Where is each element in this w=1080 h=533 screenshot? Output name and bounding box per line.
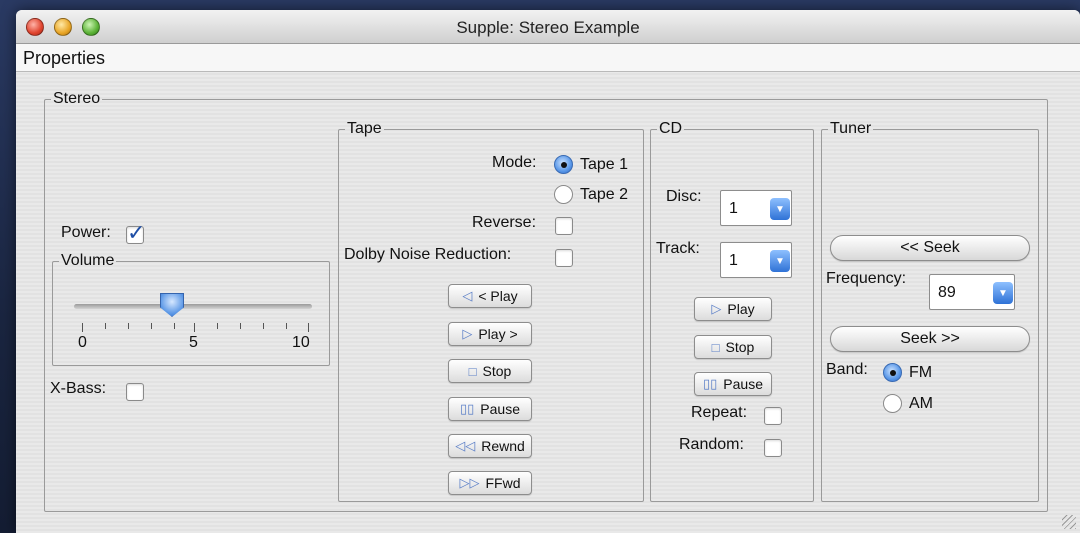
xbass-checkbox[interactable]: [126, 383, 144, 401]
band-label: Band:: [826, 361, 868, 378]
tape-rewind-label: Rewnd: [481, 438, 525, 454]
tape-mode-label: Mode:: [492, 154, 537, 171]
menu-properties[interactable]: Properties: [23, 48, 105, 69]
volume-tick: [286, 323, 287, 329]
dolby-label: Dolby Noise Reduction:: [344, 246, 512, 263]
power-label: Power:: [61, 224, 111, 241]
random-checkbox[interactable]: [764, 439, 782, 457]
chevron-down-icon[interactable]: ▼: [770, 198, 790, 220]
tape-ffwd-button[interactable]: ▷▷ FFwd: [448, 471, 532, 495]
tuner-group: Tuner: [821, 120, 1039, 502]
frequency-value: 89: [938, 284, 956, 301]
fm-radio[interactable]: [883, 363, 902, 382]
cd-stop-button[interactable]: □ Stop: [694, 335, 772, 359]
rewind-icon: ◁◁: [455, 438, 476, 453]
volume-slider-track[interactable]: [74, 304, 312, 309]
disc-combobox[interactable]: 1 ▼: [720, 190, 792, 226]
track-combobox[interactable]: 1 ▼: [720, 242, 792, 278]
xbass-label: X-Bass:: [50, 380, 107, 397]
repeat-checkbox[interactable]: [764, 407, 782, 425]
volume-tick: [194, 323, 195, 332]
stereo-legend: Stereo: [53, 90, 101, 107]
menu-bar: Properties: [16, 44, 1080, 72]
disc-value: 1: [729, 200, 738, 217]
track-label: Track:: [656, 240, 700, 257]
reverse-label: Reverse:: [472, 214, 537, 231]
cd-play-button[interactable]: ▷ Play: [694, 297, 772, 321]
pause-icon: ▯▯: [702, 376, 718, 391]
tape-stop-button[interactable]: □ Stop: [448, 359, 532, 383]
tuner-legend: Tuner: [830, 120, 872, 137]
reverse-checkbox[interactable]: [555, 217, 573, 235]
volume-tick: [240, 323, 241, 329]
tape-reverse-play-button[interactable]: ◁ < Play: [448, 284, 532, 308]
tape1-label: Tape 1: [580, 156, 629, 173]
play-right-icon: ▷: [711, 301, 722, 316]
volume-tick: [151, 323, 152, 329]
seek-forward-button[interactable]: Seek >>: [830, 326, 1030, 352]
track-value: 1: [729, 252, 738, 269]
pause-icon: ▯▯: [459, 401, 475, 416]
fast-forward-icon: ▷▷: [459, 475, 480, 490]
volume-max-label: 10: [292, 334, 310, 351]
volume-tick: [82, 323, 83, 332]
chevron-down-icon[interactable]: ▼: [770, 250, 790, 272]
volume-tick: [308, 323, 309, 332]
play-right-icon: ▷: [462, 326, 473, 341]
resize-grip-icon[interactable]: [1062, 515, 1076, 529]
seek-back-label: << Seek: [900, 239, 960, 256]
tape-stop-label: Stop: [482, 363, 512, 379]
volume-min-label: 0: [78, 334, 87, 351]
volume-tick: [128, 323, 129, 329]
disc-label: Disc:: [666, 188, 702, 205]
repeat-label: Repeat:: [691, 404, 748, 421]
tape-play-button[interactable]: ▷ Play >: [448, 322, 532, 346]
am-label: AM: [909, 395, 933, 412]
tape2-label: Tape 2: [580, 186, 629, 203]
seek-forward-label: Seek >>: [900, 330, 960, 347]
volume-legend: Volume: [61, 252, 115, 269]
title-bar[interactable]: Supple: Stereo Example: [16, 10, 1080, 44]
cd-legend: CD: [659, 120, 683, 137]
cd-stop-label: Stop: [725, 339, 755, 355]
fm-label: FM: [909, 364, 933, 381]
volume-tick: [105, 323, 106, 329]
app-window: Supple: Stereo Example Properties Stereo…: [16, 10, 1080, 533]
tape-pause-button[interactable]: ▯▯ Pause: [448, 397, 532, 421]
dolby-checkbox[interactable]: [555, 249, 573, 267]
tape-legend: Tape: [347, 120, 382, 137]
window-title: Supple: Stereo Example: [456, 18, 640, 37]
frequency-label: Frequency:: [826, 270, 907, 287]
power-checkbox[interactable]: [126, 220, 145, 246]
tape-ffwd-label: FFwd: [485, 475, 521, 491]
chevron-down-icon[interactable]: ▼: [993, 282, 1013, 304]
cd-pause-label: Pause: [723, 376, 763, 392]
stop-icon: □: [468, 363, 477, 379]
tape-reverse-play-label: < Play: [478, 288, 518, 304]
play-left-icon: ◁: [462, 288, 473, 303]
volume-mid-label: 5: [189, 334, 198, 351]
tape2-radio[interactable]: [554, 185, 573, 204]
frequency-combobox[interactable]: 89 ▼: [929, 274, 1015, 310]
cd-pause-button[interactable]: ▯▯ Pause: [694, 372, 772, 396]
volume-tick: [217, 323, 218, 329]
volume-tick: [263, 323, 264, 329]
tape-rewind-button[interactable]: ◁◁ Rewnd: [448, 434, 532, 458]
stereo-panel-area: Stereo Power: Volume 0 5 10 X-Bass: Tape: [16, 72, 1080, 533]
cd-play-label: Play: [727, 301, 755, 317]
stop-icon: □: [711, 339, 720, 355]
tape-pause-label: Pause: [480, 401, 520, 417]
am-radio[interactable]: [883, 394, 902, 413]
seek-back-button[interactable]: << Seek: [830, 235, 1030, 261]
tape-play-label: Play >: [478, 326, 518, 342]
volume-tick: [174, 323, 175, 329]
random-label: Random:: [679, 436, 744, 453]
tape1-radio[interactable]: [554, 155, 573, 174]
